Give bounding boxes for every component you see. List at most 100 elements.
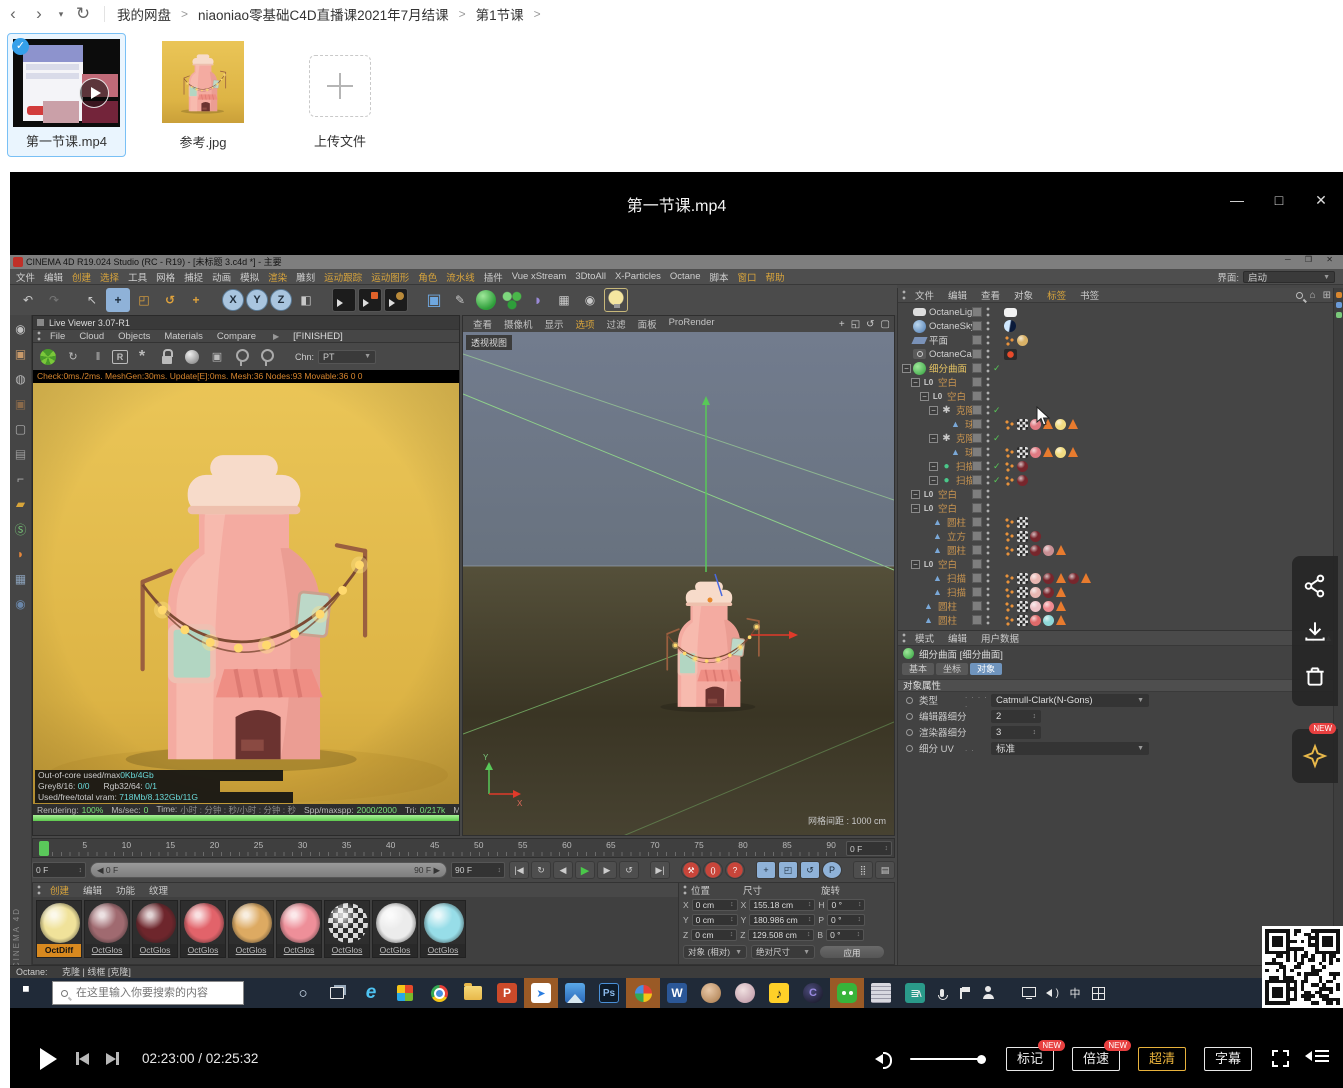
object-row[interactable]: − 扫描 ✓ (898, 571, 1335, 585)
layer-chip[interactable] (972, 517, 982, 527)
key-circle-icon[interactable] (906, 713, 913, 720)
object-row[interactable]: − 平面 ✓ (898, 333, 1335, 347)
subtitle-button[interactable]: 字幕 (1204, 1047, 1252, 1071)
toolbar-icon[interactable]: ◗ (526, 288, 550, 312)
menu-item[interactable]: Compare (217, 331, 256, 342)
object-row[interactable]: − 立方 ✓ (898, 529, 1335, 543)
visibility-dots[interactable] (986, 433, 990, 443)
object-name[interactable]: 平面 (929, 333, 948, 347)
object-tags[interactable] (1004, 517, 1028, 528)
material-swatch[interactable]: OctGlos (84, 900, 130, 958)
object-name[interactable]: 立方 (947, 529, 966, 543)
object-row[interactable]: − 扫描 ✓ (898, 585, 1335, 599)
field-control[interactable]: Catmull-Clark(N-Gons) ▼ (991, 694, 1149, 707)
layer-chip[interactable] (972, 405, 982, 415)
visibility-dots[interactable] (986, 545, 990, 555)
taskbar-app-icon[interactable]: ○ (286, 978, 320, 1008)
live-viewer-tool-icon[interactable]: ↻ (62, 347, 84, 367)
object-name[interactable]: 空白 (938, 501, 957, 515)
menu-item[interactable]: 雕刻 (296, 270, 315, 284)
object-row[interactable]: − 空白 ✓ (898, 375, 1335, 389)
transport-button[interactable]: ↺ (800, 861, 820, 879)
toolbar-icon[interactable]: ↶ (16, 288, 40, 312)
object-name[interactable]: 圆柱 (938, 613, 957, 627)
taskbar-app-icon[interactable] (558, 978, 592, 1008)
menu-item[interactable]: Octane (670, 271, 701, 282)
palette-icon[interactable]: ◉ (13, 596, 29, 612)
toolbar-icon[interactable]: ▣ (422, 288, 446, 312)
menu-item[interactable]: 流水线 (446, 270, 475, 284)
transport-button[interactable]: |◀ (509, 861, 529, 879)
viewport-nav-icon[interactable]: ◱ (851, 319, 860, 330)
layer-chip[interactable] (972, 419, 982, 429)
toolbar-icon[interactable]: + (106, 288, 130, 312)
current-frame-box[interactable]: 0 F↕ (846, 841, 892, 856)
menu-item[interactable]: 动画 (212, 270, 231, 284)
toolbar-icon[interactable]: ▦ (552, 288, 576, 312)
taskbar-app-icon[interactable] (728, 978, 762, 1008)
menu-item[interactable]: 对象 (1014, 288, 1033, 302)
expand-icon[interactable]: − (929, 406, 938, 415)
toolbar-icon[interactable]: ◧ (294, 288, 318, 312)
menu-item[interactable]: Objects (118, 331, 150, 342)
taskbar-app-icon[interactable] (422, 978, 456, 1008)
object-name[interactable]: 球 (965, 417, 972, 431)
palette-icon[interactable]: ▤ (13, 446, 29, 462)
mark-button[interactable]: 标记NEW (1006, 1047, 1054, 1071)
object-tag-icon[interactable] (1056, 587, 1066, 597)
layer-chip[interactable] (972, 461, 982, 471)
history-caret-icon[interactable]: ▾ (52, 9, 70, 20)
tray-icon[interactable] (1022, 986, 1036, 1000)
visibility-dots[interactable] (986, 531, 990, 541)
visibility-dots[interactable] (986, 391, 990, 401)
object-row[interactable]: − 扫描 ✓ (898, 459, 1335, 473)
taskbar-app-icon[interactable]: C (796, 978, 830, 1008)
upload-plus-icon[interactable] (309, 55, 371, 117)
taskbar-app-icon[interactable] (456, 978, 490, 1008)
palette-icon[interactable]: ▣ (13, 346, 29, 362)
enabled-check-icon[interactable]: ✓ (993, 433, 1001, 444)
live-viewer-tool-icon[interactable]: ‖ (87, 347, 109, 367)
object-tag-icon[interactable] (1043, 615, 1054, 626)
transport-button[interactable]: P (822, 861, 842, 879)
transport-button[interactable]: ↺ (619, 861, 639, 879)
object-tag-icon[interactable] (1017, 447, 1028, 458)
key-circle-icon[interactable] (906, 745, 913, 752)
object-tags[interactable] (1004, 447, 1078, 458)
toolbar-icon[interactable] (500, 288, 524, 312)
menu-item[interactable]: 脚本 (710, 270, 729, 284)
menu-item[interactable]: 文件 (915, 288, 934, 302)
layer-chip[interactable] (972, 489, 982, 499)
object-tag-icon[interactable] (1068, 447, 1078, 457)
material-swatch[interactable]: OctGlos (324, 900, 370, 958)
visibility-dots[interactable] (986, 307, 990, 317)
object-tag-icon[interactable] (1017, 601, 1028, 612)
object-row[interactable]: − OctaneLight ✓ (898, 305, 1335, 319)
object-tags[interactable] (1004, 601, 1066, 612)
expand-icon[interactable]: − (902, 364, 911, 373)
enabled-check-icon[interactable]: ✓ (993, 475, 1001, 486)
tray-icon[interactable]: ∧ (912, 986, 926, 1000)
delete-button[interactable] (1302, 663, 1328, 689)
visibility-dots[interactable] (986, 461, 990, 471)
object-tag-icon[interactable] (1081, 573, 1091, 583)
material-swatch[interactable]: OctDiff (36, 900, 82, 958)
visibility-dots[interactable] (986, 447, 990, 457)
visibility-dots[interactable] (986, 587, 990, 597)
menu-item[interactable]: 纹理 (149, 883, 168, 897)
coord-mode-dropdown[interactable]: 对象 (相对)▼ (683, 945, 747, 959)
palette-icon[interactable]: ◉ (13, 321, 29, 337)
object-tag-icon[interactable] (1043, 447, 1053, 457)
position-input[interactable]: 0 cm↕ (692, 899, 738, 911)
share-button[interactable] (1302, 573, 1328, 599)
layer-chip[interactable] (972, 545, 982, 555)
enabled-check-icon[interactable]: ✓ (993, 405, 1001, 416)
palette-icon[interactable]: Ⓢ (13, 521, 29, 537)
menu-item[interactable]: 模拟 (240, 270, 259, 284)
expand-icon[interactable]: − (911, 560, 920, 569)
viewport-nav-icon[interactable]: + (839, 319, 845, 330)
transport-button[interactable]: ▶ (597, 861, 617, 879)
object-tags[interactable] (1004, 573, 1091, 584)
object-row[interactable]: − 扫描 ✓ (898, 473, 1335, 487)
object-tag-icon[interactable] (1017, 517, 1028, 528)
